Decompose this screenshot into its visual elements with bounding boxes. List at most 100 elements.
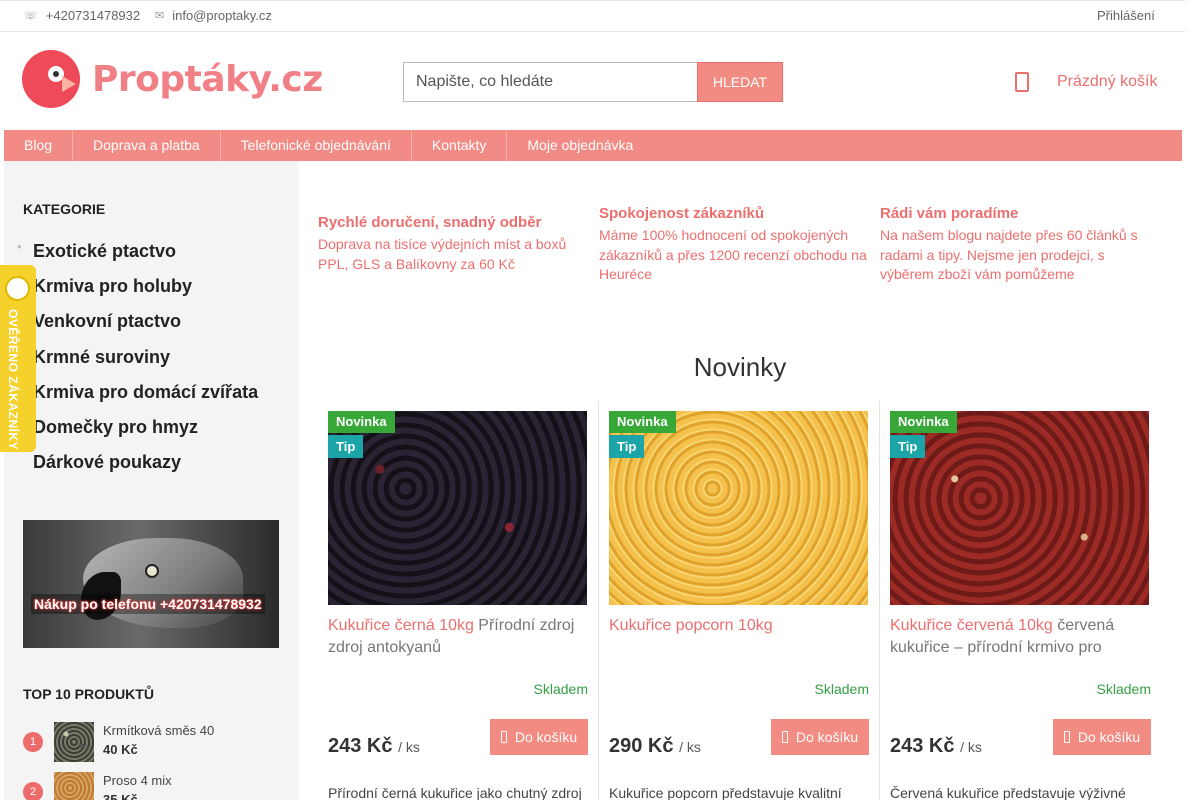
price-value: 290 Kč [609, 735, 674, 757]
phone-icon: ☏ [24, 10, 38, 22]
tip-badge: Tip [328, 435, 364, 458]
new-badge: Novinka [609, 411, 676, 433]
top10-item[interactable]: 1 Krmítková směs 40 40 Kč [23, 722, 283, 772]
tip-badge: Tip [609, 435, 645, 458]
category-label: Domečky pro hmyz [33, 416, 199, 437]
category-exotic-birds[interactable]: ● Exotické ptactvo [4, 239, 299, 274]
logo-text: Proptáky.cz [92, 58, 323, 100]
product-card: Novinka Tip Kukuřice červená 10kg červen… [880, 401, 1161, 800]
top-bar: ☏ +420731478932 ✉ info@proptaky.cz Přihl… [0, 0, 1185, 32]
category-insect-houses[interactable]: Domečky pro hmyz [4, 415, 299, 450]
stock-status: Skladem [814, 681, 869, 697]
badge-text: OVĚŘENO ZÁKAZNÍKY [6, 309, 20, 451]
category-gift-vouchers[interactable]: Dárkové poukazy [4, 450, 299, 485]
category-label: Krmné suroviny [33, 346, 171, 367]
product-card: Novinka Tip Kukuřice černá 10kg Přírodní… [318, 401, 599, 800]
product-name: Kukuřice červená 10kg [890, 617, 1053, 634]
rank-badge: 1 [23, 732, 43, 752]
cart-icon [781, 731, 788, 743]
product-title[interactable]: Kukuřice červená 10kg červená kukuřice –… [890, 615, 1155, 659]
top10-list: 1 Krmítková směs 40 40 Kč 2 Proso 4 mix … [23, 722, 283, 800]
usp-text: Doprava na tisíce výdejních míst a boxů … [318, 236, 567, 272]
add-to-cart-button[interactable]: Do košíku [490, 719, 588, 755]
product-price: 243 Kč / ks [328, 735, 420, 758]
heureka-seal-icon [5, 276, 30, 301]
top10-item[interactable]: 2 Proso 4 mix 35 Kč [23, 772, 283, 800]
verified-customers-badge[interactable]: OVĚŘENO ZÁKAZNÍKY [0, 265, 36, 452]
price-unit: / ks [679, 739, 701, 755]
nav-item-contacts[interactable]: Kontakty [412, 130, 508, 161]
sidebar: KATEGORIE ● Exotické ptactvo Krmiva pro h… [4, 161, 299, 800]
search-button[interactable]: HLEDAT [697, 62, 783, 102]
tip-badge: Tip [890, 435, 926, 458]
product-grid: Novinka Tip Kukuřice černá 10kg Přírodní… [318, 401, 1161, 800]
add-to-cart-label: Do košíku [795, 729, 859, 745]
cart-link[interactable]: Prázdný košík [1015, 72, 1157, 92]
mail-icon: ✉ [155, 10, 165, 22]
product-title[interactable]: Kukuřice černá 10kg Přírodní zdroj zdroj… [328, 615, 593, 659]
category-label: Dárkové poukazy [33, 452, 182, 473]
product-price: 35 Kč [103, 792, 138, 800]
section-title: Novinky [693, 352, 787, 382]
top10-heading: TOP 10 PRODUKTŮ [23, 686, 154, 702]
product-description: Kukuřice popcorn představuje kvalitní [609, 785, 842, 800]
add-to-cart-button[interactable]: Do košíku [771, 719, 869, 755]
product-name: Kukuřice černá 10kg [328, 617, 474, 634]
category-feed-ingredients[interactable]: Krmné suroviny [4, 345, 299, 380]
product-name: Krmítková směs 40 [103, 723, 215, 738]
product-image[interactable] [328, 411, 587, 605]
product-image[interactable] [890, 411, 1149, 605]
cart-icon [1015, 72, 1029, 92]
product-name: Proso 4 mix [103, 773, 172, 788]
nav-item-blog[interactable]: Blog [4, 130, 74, 161]
add-to-cart-button[interactable]: Do košíku [1053, 719, 1151, 755]
category-pigeon-feed[interactable]: Krmiva pro holuby [4, 274, 299, 309]
category-outdoor-birds[interactable]: Venkovní ptactvo [4, 309, 299, 344]
price-value: 243 Kč [328, 735, 393, 757]
product-price: 290 Kč / ks [609, 735, 701, 758]
header: Proptáky.cz HLEDAT Prázdný košík [0, 32, 1185, 130]
cart-label: Prázdný košík [1057, 73, 1158, 90]
category-list: ● Exotické ptactvo Krmiva pro holuby Venk… [4, 239, 299, 485]
price-unit: / ks [960, 739, 982, 755]
product-thumbnail [54, 772, 94, 800]
categories-heading: KATEGORIE [23, 201, 106, 217]
product-description: Přírodní černá kukuřice jako chutný zdro… [328, 785, 582, 800]
product-price: 243 Kč / ks [890, 735, 982, 758]
usp-title: Rádi vám poradíme [880, 205, 1019, 222]
nav-item-my-order[interactable]: Moje objednávka [507, 130, 653, 161]
phone-number: +420731478932 [45, 8, 141, 23]
search-form: HLEDAT [403, 62, 783, 102]
price-value: 243 Kč [890, 735, 955, 757]
email-contact[interactable]: ✉ info@proptaky.cz [155, 8, 272, 23]
stock-status: Skladem [533, 681, 588, 697]
usp-title: Rychlé doručení, snadný odběr [318, 214, 542, 231]
category-pet-feed[interactable]: Krmiva pro domácí zvířata [4, 380, 299, 415]
product-description: Červená kukuřice představuje výživné [890, 785, 1126, 800]
parrot-eye [145, 564, 159, 578]
usp-title: Spokojenost zákazníků [599, 205, 765, 222]
usp-satisfaction: Spokojenost zákazníků Máme 100% hodnocen… [599, 205, 869, 285]
usp-text: Na našem blogu najdete přes 60 článků s … [880, 227, 1138, 282]
product-image[interactable] [609, 411, 868, 605]
product-price: 40 Kč [103, 742, 138, 757]
phone-order-banner[interactable]: Nákup po telefonu +420731478932 [23, 520, 279, 648]
usp-advice: Rádi vám poradíme Na našem blogu najdete… [880, 205, 1150, 285]
phone-contact[interactable]: ☏ +420731478932 [24, 8, 140, 23]
add-to-cart-label: Do košíku [514, 729, 578, 745]
login-link[interactable]: Přihlášení [1097, 8, 1155, 23]
category-label: Krmiva pro holuby [33, 276, 193, 297]
cart-icon [500, 731, 507, 743]
nav-item-phone-order[interactable]: Telefonické objednávání [221, 130, 412, 161]
nav-item-shipping[interactable]: Doprava a platba [73, 130, 221, 161]
banner-text: Nákup po telefonu +420731478932 [31, 594, 265, 614]
search-input[interactable] [403, 62, 697, 102]
usp-text: Máme 100% hodnocení od spokojených zákaz… [599, 227, 867, 282]
price-unit: / ks [398, 739, 420, 755]
site-logo[interactable]: Proptáky.cz [22, 50, 323, 108]
parrot-logo-icon [22, 50, 80, 108]
product-title[interactable]: Kukuřice popcorn 10kg [609, 615, 874, 637]
stock-status: Skladem [1096, 681, 1151, 697]
category-label: Krmiva pro domácí zvířata [33, 381, 259, 402]
main-nav: Blog Doprava a platba Telefonické objedn… [4, 130, 1182, 161]
